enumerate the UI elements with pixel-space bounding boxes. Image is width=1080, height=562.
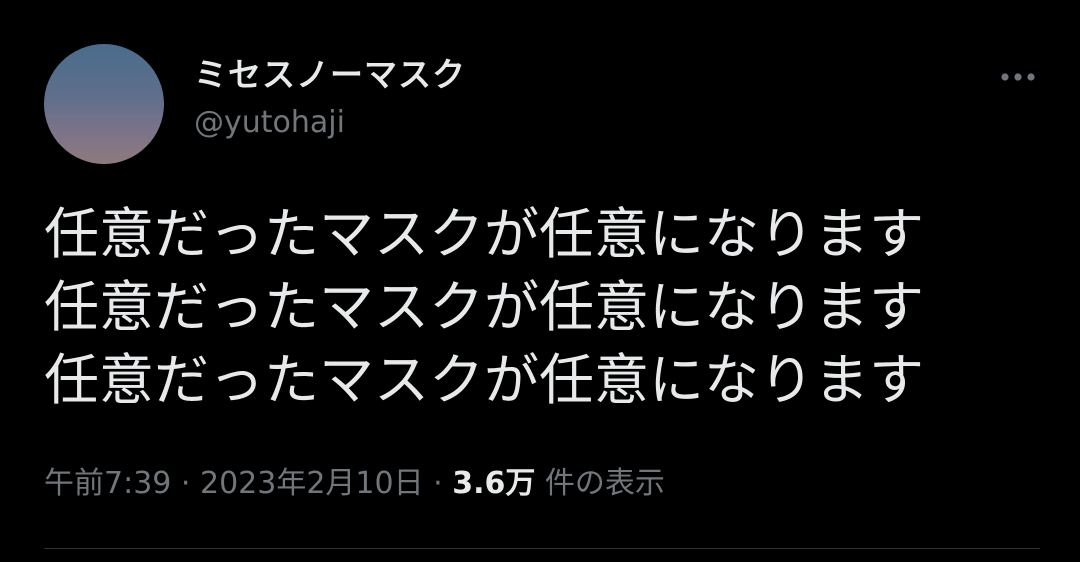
tweet-date[interactable]: 2023年2月10日 <box>200 466 424 501</box>
more-options-button[interactable] <box>996 62 1040 92</box>
more-horizontal-icon <box>1001 73 1035 81</box>
author-info: ミセスノーマスク @yutohaji <box>194 54 466 142</box>
views-count[interactable]: 3.6万 <box>452 466 535 501</box>
meta-separator: · <box>423 466 453 501</box>
author-handle[interactable]: @yutohaji <box>194 104 466 142</box>
views-label: 件の表示 <box>535 466 665 501</box>
avatar[interactable] <box>44 44 164 164</box>
tweet-text: 任意だったマスクが任意になります 任意だったマスクが任意になります 任意だったマ… <box>44 202 925 412</box>
divider <box>44 548 1040 549</box>
tweet-card: ミセスノーマスク @yutohaji 任意だったマスクが任意になります 任意だっ… <box>0 0 1080 562</box>
tweet-metadata: 午前7:39 · 2023年2月10日 · 3.6万 件の表示 <box>44 462 665 506</box>
tweet-time[interactable]: 午前7:39 <box>44 466 171 501</box>
author-display-name[interactable]: ミセスノーマスク <box>194 54 466 96</box>
meta-separator: · <box>171 466 200 501</box>
